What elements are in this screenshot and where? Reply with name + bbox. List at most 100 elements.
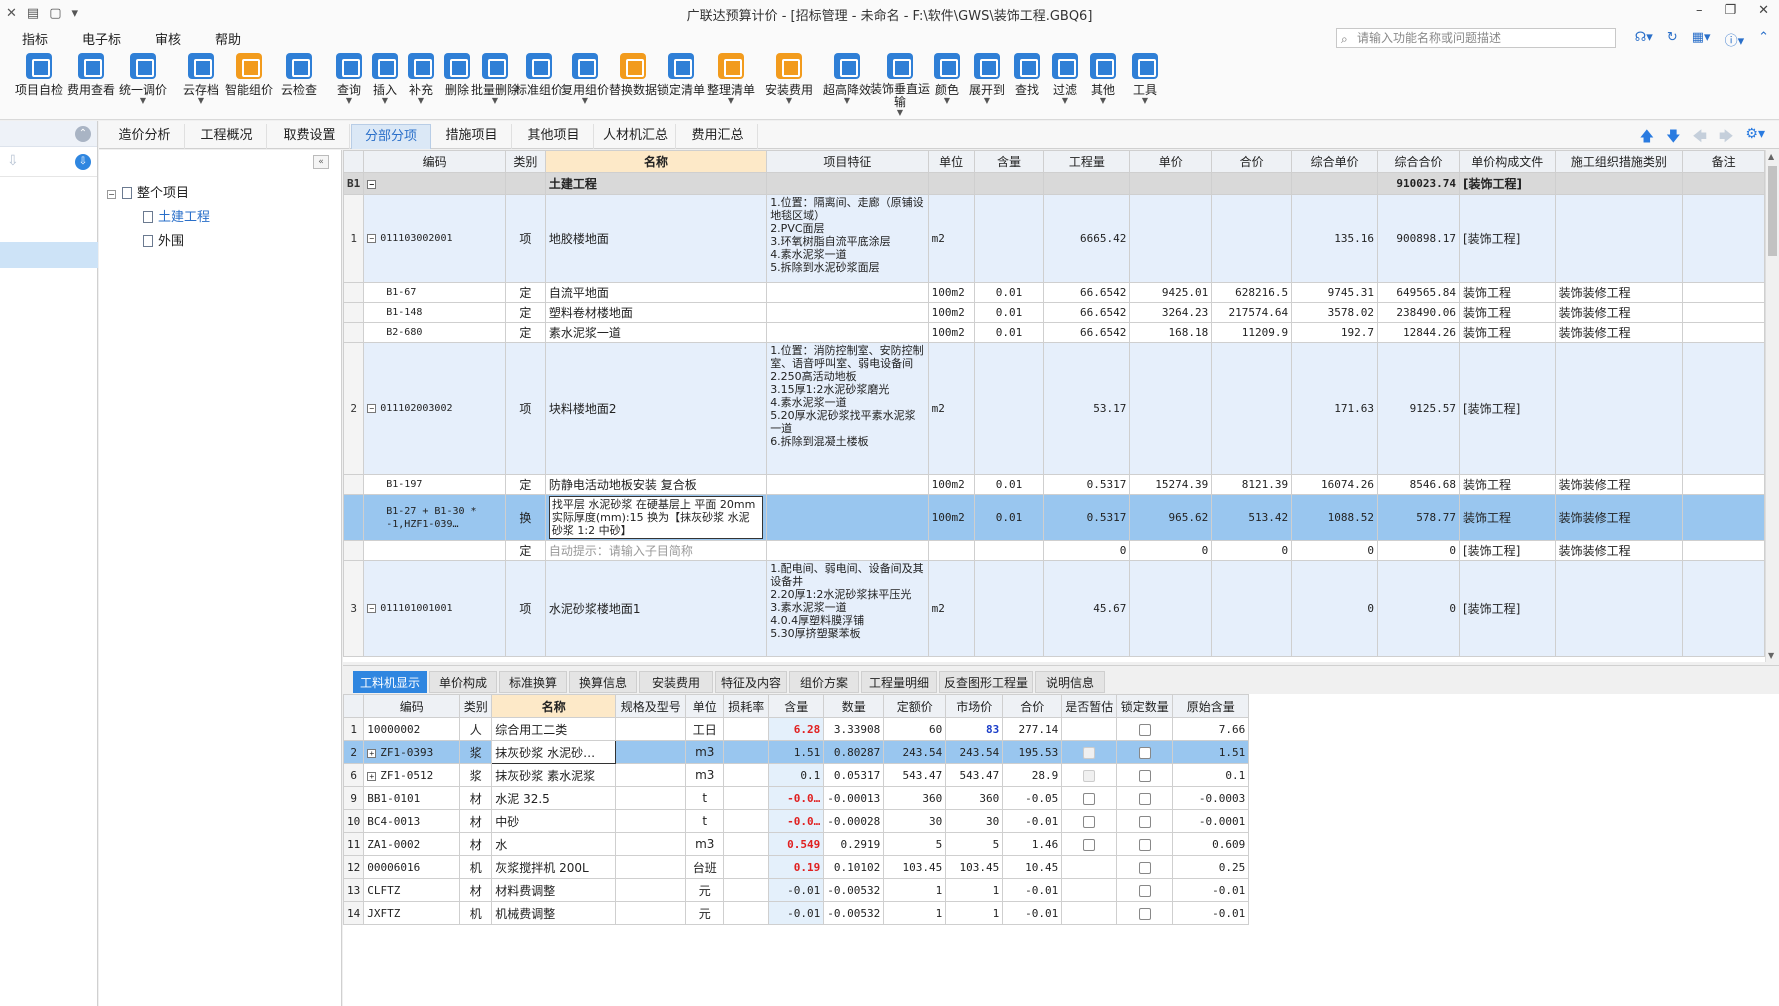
price-cell[interactable]: 0 (1129, 540, 1213, 561)
tab-6[interactable]: 人材机汇总 (596, 124, 676, 149)
tree-node-root[interactable]: − 整个项目 (107, 182, 189, 201)
quantity-cell[interactable]: 0.80287 (823, 740, 885, 764)
market-price-cell[interactable]: 83 (945, 717, 1004, 741)
quantity-cell[interactable]: 66.6542 (1043, 282, 1131, 303)
tab-0[interactable]: 造价分析 (105, 124, 185, 149)
close-x-icon[interactable]: ✕ (6, 6, 17, 21)
category-cell[interactable]: 定 (504, 302, 546, 323)
content-cell[interactable]: 1.51 (768, 740, 825, 764)
lock-checkbox[interactable] (1138, 723, 1151, 736)
spec-cell[interactable] (615, 878, 687, 902)
quantity-cell[interactable]: 0.5317 (1043, 494, 1131, 541)
ribbon-button-view-fee[interactable]: 费用查看 (62, 53, 120, 115)
detail-tab-7[interactable]: 工程量明细 (861, 671, 937, 693)
column-header[interactable]: 备注 (1682, 150, 1765, 173)
estimate-cell[interactable] (1061, 809, 1118, 833)
lock-cell[interactable] (1116, 878, 1174, 902)
quota-row[interactable]: B1-148 定塑料卷材楼地面 100m2 0.01 66.6542 3264.23 217… (343, 302, 1765, 323)
market-price-cell[interactable]: 1 (945, 878, 1004, 902)
ribbon-button-install-fee[interactable]: 安装费用 ▼ (760, 53, 818, 115)
code-cell[interactable]: −011103002001 (363, 194, 506, 283)
category-cell[interactable]: 定 (504, 322, 546, 343)
content-cell[interactable] (973, 540, 1045, 561)
content-cell[interactable]: 0.01 (973, 322, 1045, 343)
total-price-cell[interactable]: 649565.84 (1377, 282, 1460, 303)
quota-price-cell[interactable]: 5 (883, 832, 947, 856)
unit-cell[interactable]: m3 (685, 763, 725, 787)
lock-checkbox[interactable] (1138, 769, 1151, 782)
quantity-cell[interactable]: 0.2919 (823, 832, 885, 856)
unit-price-cell[interactable]: 16074.26 (1291, 474, 1379, 495)
feature-cell[interactable] (766, 474, 929, 495)
code-cell[interactable]: 10000002 (363, 717, 461, 741)
unit-cell[interactable]: t (685, 786, 725, 810)
unit-cell[interactable]: m2 (927, 560, 975, 657)
estimate-cell[interactable] (1061, 855, 1118, 879)
unit-price-cell[interactable]: 3578.02 (1291, 302, 1379, 323)
estimate-checkbox[interactable] (1083, 838, 1096, 851)
quantity-cell[interactable]: 66.6542 (1043, 302, 1131, 323)
lock-cell[interactable] (1116, 763, 1174, 787)
market-price-cell[interactable]: 103.45 (945, 855, 1004, 879)
loss-cell[interactable] (723, 786, 770, 810)
lock-cell[interactable] (1116, 855, 1174, 879)
quota-price-cell[interactable]: 1 (883, 878, 947, 902)
category-cell[interactable]: 人 (459, 717, 493, 741)
content-cell[interactable] (973, 194, 1045, 283)
measure-cell[interactable]: 装饰装修工程 (1554, 282, 1684, 303)
category-cell[interactable]: 材 (459, 878, 493, 902)
content-cell[interactable]: -0.01 (768, 901, 825, 925)
resource-row[interactable]: 11 ZA1-0002 材水 m3 0.549 0.2919 5 5 1.46 0.609 (343, 832, 1250, 856)
amount-cell[interactable]: 8121.39 (1211, 474, 1293, 495)
market-price-cell[interactable]: 543.47 (945, 763, 1004, 787)
info-icon[interactable]: ⓘ▾ (1725, 30, 1745, 49)
quantity-cell[interactable]: -0.00028 (823, 809, 885, 833)
file-icon[interactable]: ▢ (49, 6, 61, 21)
price-file-cell[interactable]: [装饰工程] (1458, 342, 1556, 475)
lock-cell[interactable] (1116, 786, 1174, 810)
market-price-cell[interactable]: 5 (945, 832, 1004, 856)
loss-cell[interactable] (723, 855, 770, 879)
headset-icon[interactable]: ☊▾ (1635, 30, 1653, 49)
total-price-cell[interactable]: 9125.57 (1377, 342, 1460, 475)
column-header[interactable]: 市场价 (945, 694, 1004, 718)
total-cell[interactable]: -0.01 (1002, 901, 1063, 925)
move-right-icon[interactable]: 🡆 (1719, 126, 1733, 150)
content-cell[interactable]: 0.01 (973, 494, 1045, 541)
lock-checkbox[interactable] (1138, 746, 1151, 759)
price-cell[interactable]: 9425.01 (1129, 282, 1213, 303)
unit-cell[interactable]: t (685, 809, 725, 833)
amount-cell[interactable] (1211, 342, 1293, 475)
minimize-button[interactable]: – (1696, 3, 1703, 18)
amount-cell[interactable]: 217574.64 (1211, 302, 1293, 323)
code-cell[interactable]: B2-680 (363, 322, 506, 343)
feature-cell[interactable] (766, 302, 929, 323)
price-cell[interactable] (1129, 194, 1213, 283)
quantity-cell[interactable]: 45.67 (1043, 560, 1131, 657)
column-header[interactable]: 损耗率 (723, 694, 770, 718)
spec-cell[interactable] (615, 901, 687, 925)
price-file-cell[interactable]: [装饰工程] (1458, 540, 1556, 561)
category-cell[interactable]: 材 (459, 832, 493, 856)
remark-cell[interactable] (1682, 282, 1765, 303)
content-cell[interactable] (973, 560, 1045, 657)
unit-cell[interactable]: 100m2 (927, 494, 975, 541)
content-cell[interactable]: 6.28 (768, 717, 825, 741)
quota-row[interactable]: B2-680 定素水泥浆一道 100m2 0.01 66.6542 168.18 11209… (343, 322, 1765, 343)
column-header[interactable]: 规格及型号 (615, 694, 687, 718)
code-cell[interactable]: CLFTZ (363, 878, 461, 902)
name-cell[interactable]: 素水泥浆一道 (544, 322, 768, 343)
lock-checkbox[interactable] (1138, 907, 1151, 920)
price-file-cell[interactable]: 装饰工程 (1458, 282, 1556, 303)
quota-price-cell[interactable]: 60 (883, 717, 947, 741)
estimate-checkbox[interactable] (1083, 746, 1096, 759)
refresh-icon[interactable]: ↻ (1667, 30, 1678, 49)
tree-node-peripheral[interactable]: 外围 (143, 230, 184, 249)
remark-cell[interactable] (1682, 540, 1765, 561)
name-cell[interactable]: 塑料卷材楼地面 (544, 302, 768, 323)
estimate-cell[interactable] (1061, 901, 1118, 925)
original-content-cell[interactable]: 0.1 (1172, 763, 1250, 787)
estimate-cell[interactable] (1061, 878, 1118, 902)
loss-cell[interactable] (723, 832, 770, 856)
loss-cell[interactable] (723, 717, 770, 741)
